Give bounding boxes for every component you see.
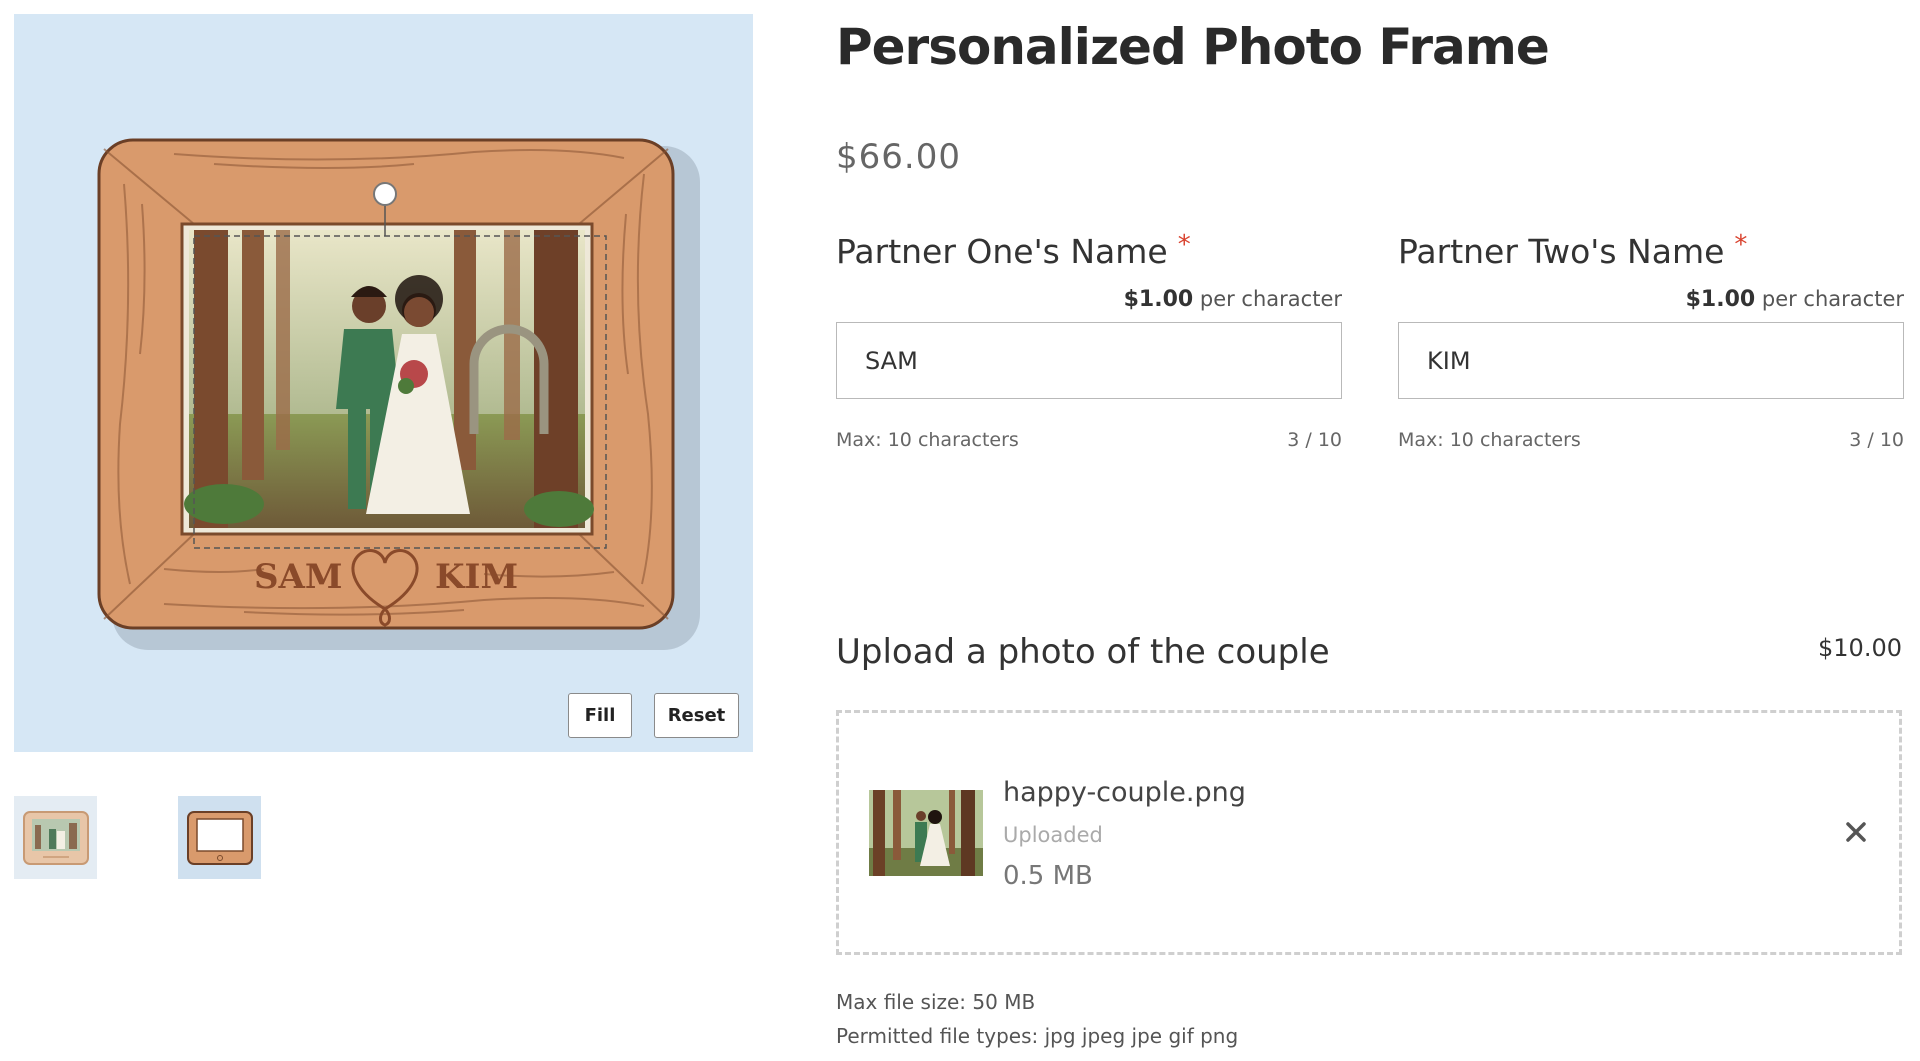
reset-button[interactable]: Reset — [654, 693, 739, 738]
file-name: happy-couple.png — [1003, 777, 1246, 808]
empty-frame-thumbnail-icon — [186, 810, 253, 865]
partner-one-name-field: Partner One's Name * $1.00 per character… — [836, 230, 1342, 451]
upload-section-title: Upload a photo of the couple — [836, 632, 1330, 672]
partner-two-input[interactable] — [1398, 322, 1904, 399]
partner-two-label: Partner Two's Name — [1398, 232, 1725, 271]
partner-one-input[interactable] — [836, 322, 1342, 399]
product-preview: SAM KIM Fill Reset — [14, 14, 753, 752]
per-character-price: $1.00 per character — [1398, 287, 1904, 312]
close-icon — [1846, 822, 1866, 842]
frame-preview-image: SAM KIM — [97, 138, 700, 650]
partner-two-name-field: Partner Two's Name * $1.00 per character… — [1398, 230, 1904, 451]
permitted-file-types-hint: Permitted file types: jpg jpeg jpe gif p… — [836, 1024, 1239, 1048]
per-character-suffix: per character — [1761, 287, 1904, 311]
upload-dropzone[interactable]: happy-couple.png Uploaded 0.5 MB — [836, 710, 1902, 955]
max-file-size-hint: Max file size: 50 MB — [836, 990, 1036, 1014]
max-characters-hint: Max: 10 characters — [836, 429, 1019, 451]
frame-with-photo-thumbnail-icon — [22, 810, 89, 865]
per-character-price: $1.00 per character — [836, 287, 1342, 312]
product-price: $66.00 — [836, 137, 961, 177]
thumbnail-frame-with-photo[interactable] — [14, 796, 97, 879]
thumbnail-empty-frame[interactable] — [178, 796, 261, 879]
file-size: 0.5 MB — [1003, 861, 1093, 891]
character-count: 3 / 10 — [1287, 429, 1342, 451]
partner-one-label: Partner One's Name — [836, 232, 1168, 271]
file-status: Uploaded — [1003, 823, 1103, 847]
engraving-right: KIM — [435, 557, 518, 597]
uploaded-file-thumbnail — [869, 790, 983, 876]
max-characters-hint: Max: 10 characters — [1398, 429, 1581, 451]
engraving-left: SAM — [254, 557, 343, 597]
required-asterisk: * — [1177, 230, 1191, 260]
required-asterisk: * — [1734, 230, 1748, 260]
character-count: 3 / 10 — [1849, 429, 1904, 451]
remove-file-button[interactable] — [1839, 815, 1873, 849]
per-character-amount: $1.00 — [1123, 287, 1194, 312]
fill-button[interactable]: Fill — [568, 693, 632, 738]
product-title: Personalized Photo Frame — [836, 18, 1550, 76]
per-character-amount: $1.00 — [1685, 287, 1756, 312]
per-character-suffix: per character — [1199, 287, 1342, 311]
upload-price: $10.00 — [1818, 634, 1902, 662]
